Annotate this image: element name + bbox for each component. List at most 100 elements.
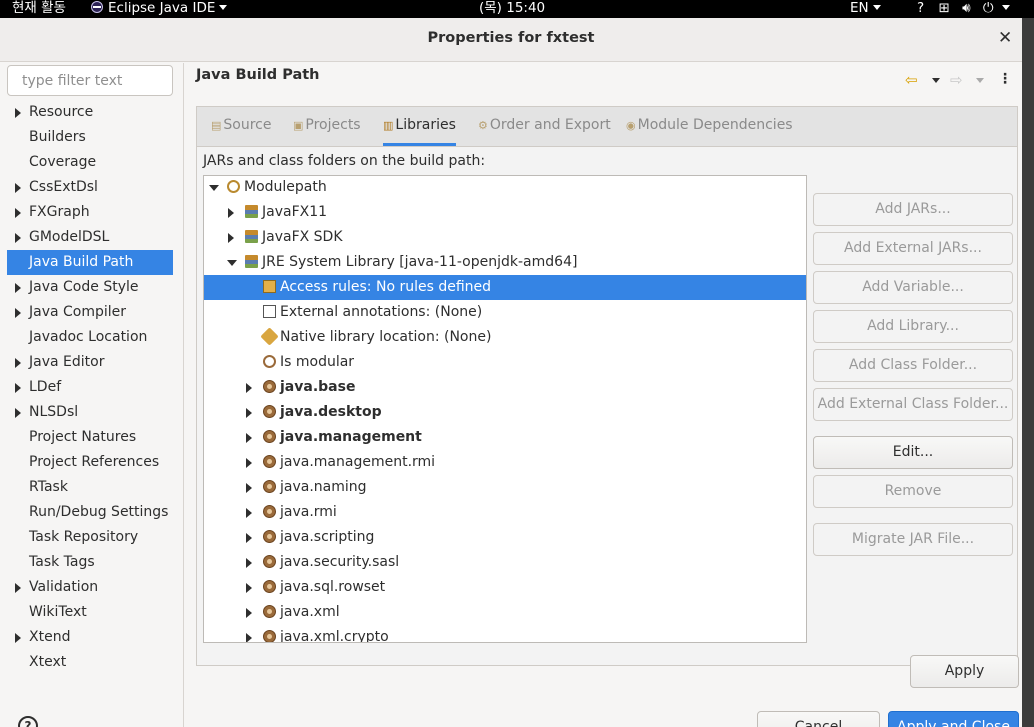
build-path-tree[interactable]: Modulepath JavaFX11 JavaFX SDK JRE System L… <box>203 175 807 643</box>
sidebar-item[interactable]: Java Editor <box>7 350 173 375</box>
sidebar-item[interactable]: Java Compiler <box>7 300 173 325</box>
chevron-down-icon[interactable] <box>227 260 237 266</box>
tab-source[interactable]: ▤ Source <box>211 117 272 146</box>
cancel-button[interactable]: Cancel <box>757 711 880 727</box>
chevron-right-icon[interactable] <box>246 508 252 518</box>
chevron-right-icon[interactable] <box>15 408 21 418</box>
sidebar-item[interactable]: Validation <box>7 575 173 600</box>
help-icon[interactable]: ? <box>18 716 38 727</box>
sidebar-item[interactable]: Java Code Style <box>7 275 173 300</box>
sidebar-item[interactable]: Coverage <box>7 150 173 175</box>
tree-row[interactable]: java.rmi <box>204 500 806 525</box>
tree-row[interactable]: JavaFX SDK <box>204 225 806 250</box>
sidebar-item[interactable]: Run/Debug Settings <box>7 500 173 525</box>
clock[interactable]: (목) 15:40 <box>479 0 545 18</box>
add-variable-button[interactable]: Add Variable... <box>813 271 1013 304</box>
tree-row[interactable]: java.scripting <box>204 525 806 550</box>
add-jars-button[interactable]: Add JARs... <box>813 193 1013 226</box>
forward-arrow-icon[interactable]: ⇨ <box>950 71 963 89</box>
tree-row[interactable]: java.management <box>204 425 806 450</box>
activities-button[interactable]: 현재 활동 <box>12 0 66 18</box>
chevron-right-icon[interactable] <box>246 533 252 543</box>
chevron-right-icon[interactable] <box>246 433 252 443</box>
chevron-right-icon[interactable] <box>15 633 21 643</box>
sidebar-item[interactable]: Xtend <box>7 625 173 650</box>
sidebar-item[interactable]: Project References <box>7 450 173 475</box>
close-icon[interactable]: ✕ <box>998 28 1012 48</box>
system-status-menu[interactable]: ? ⊞ 🔊︎ ⏻ <box>917 0 1010 18</box>
tree-row[interactable]: External annotations: (None) <box>204 300 806 325</box>
sidebar-item[interactable]: RTask <box>7 475 173 500</box>
chevron-right-icon[interactable] <box>246 633 252 642</box>
tree-row[interactable]: java.base <box>204 375 806 400</box>
chevron-right-icon[interactable] <box>246 383 252 393</box>
apply-and-close-button[interactable]: Apply and Close <box>888 711 1019 727</box>
chevron-right-icon[interactable] <box>228 208 234 218</box>
sidebar-item[interactable]: Resource <box>7 100 173 125</box>
add-library-button[interactable]: Add Library... <box>813 310 1013 343</box>
chevron-right-icon[interactable] <box>246 408 252 418</box>
back-arrow-icon[interactable]: ⇦ <box>905 71 918 89</box>
tree-row[interactable]: JavaFX11 <box>204 200 806 225</box>
sidebar-item[interactable]: FXGraph <box>7 200 173 225</box>
sidebar-item[interactable]: WikiText <box>7 600 173 625</box>
add-external-class-folder-button[interactable]: Add External Class Folder... <box>813 388 1013 421</box>
input-source-menu[interactable]: EN <box>850 0 881 18</box>
tree-row[interactable]: Native library location: (None) <box>204 325 806 350</box>
chevron-right-icon[interactable] <box>15 233 21 243</box>
tree-row[interactable]: Access rules: No rules defined <box>204 275 806 300</box>
remove-button[interactable]: Remove <box>813 475 1013 508</box>
chevron-right-icon[interactable] <box>246 583 252 593</box>
tab-libraries[interactable]: ▥ Libraries <box>383 117 456 146</box>
sidebar-item[interactable]: Xtext <box>7 650 173 675</box>
tree-row[interactable]: java.naming <box>204 475 806 500</box>
tree-row[interactable]: Is modular <box>204 350 806 375</box>
tree-row[interactable]: java.desktop <box>204 400 806 425</box>
sidebar-item[interactable]: Task Repository <box>7 525 173 550</box>
chevron-right-icon[interactable] <box>228 233 234 243</box>
add-class-folder-button[interactable]: Add Class Folder... <box>813 349 1013 382</box>
sidebar-item[interactable]: NLSDsl <box>7 400 173 425</box>
sidebar-item[interactable]: Javadoc Location <box>7 325 173 350</box>
chevron-right-icon[interactable] <box>246 483 252 493</box>
tree-row[interactable]: java.xml <box>204 600 806 625</box>
chevron-right-icon[interactable] <box>15 283 21 293</box>
sidebar-item[interactable]: LDef <box>7 375 173 400</box>
sidebar-item[interactable]: Task Tags <box>7 550 173 575</box>
chevron-right-icon[interactable] <box>15 208 21 218</box>
filter-input[interactable] <box>7 65 173 96</box>
chevron-right-icon[interactable] <box>15 583 21 593</box>
tab-module-dependencies[interactable]: ◉ Module Dependencies <box>626 117 793 146</box>
sidebar-item[interactable]: Builders <box>7 125 173 150</box>
module-icon <box>263 605 276 618</box>
tree-row[interactable]: Modulepath <box>204 176 806 200</box>
chevron-right-icon[interactable] <box>15 358 21 368</box>
chevron-right-icon[interactable] <box>15 183 21 193</box>
sidebar-item[interactable]: Java Build Path <box>7 250 173 275</box>
chevron-right-icon[interactable] <box>246 458 252 468</box>
tab-projects[interactable]: ▣ Projects <box>293 117 361 146</box>
chevron-right-icon[interactable] <box>15 383 21 393</box>
tree-row[interactable]: JRE System Library [java-11-openjdk-amd6… <box>204 250 806 275</box>
migrate-jar-file-button[interactable]: Migrate JAR File... <box>813 523 1013 556</box>
view-menu-icon[interactable]: ⋮ <box>998 71 1012 87</box>
tree-row[interactable]: java.sql.rowset <box>204 575 806 600</box>
tree-row[interactable]: java.security.sasl <box>204 550 806 575</box>
chevron-right-icon[interactable] <box>15 108 21 118</box>
chevron-right-icon[interactable] <box>246 608 252 618</box>
chevron-down-icon[interactable] <box>209 185 219 191</box>
edit-button[interactable]: Edit... <box>813 436 1013 469</box>
sidebar-item[interactable]: GModelDSL <box>7 225 173 250</box>
apply-button[interactable]: Apply <box>910 655 1019 688</box>
sidebar-item[interactable]: CssExtDsl <box>7 175 173 200</box>
app-menu[interactable]: Eclipse Java IDE <box>91 0 228 18</box>
tab-order-and-export[interactable]: ⚙ Order and Export <box>478 117 611 146</box>
chevron-right-icon[interactable] <box>246 558 252 568</box>
chevron-right-icon[interactable] <box>15 308 21 318</box>
forward-menu-chevron-icon[interactable] <box>976 78 984 83</box>
back-menu-chevron-icon[interactable] <box>932 78 940 83</box>
tree-row[interactable]: java.xml.crypto <box>204 625 806 642</box>
tree-row[interactable]: java.management.rmi <box>204 450 806 475</box>
add-external-jars-button[interactable]: Add External JARs... <box>813 232 1013 265</box>
sidebar-item[interactable]: Project Natures <box>7 425 173 450</box>
